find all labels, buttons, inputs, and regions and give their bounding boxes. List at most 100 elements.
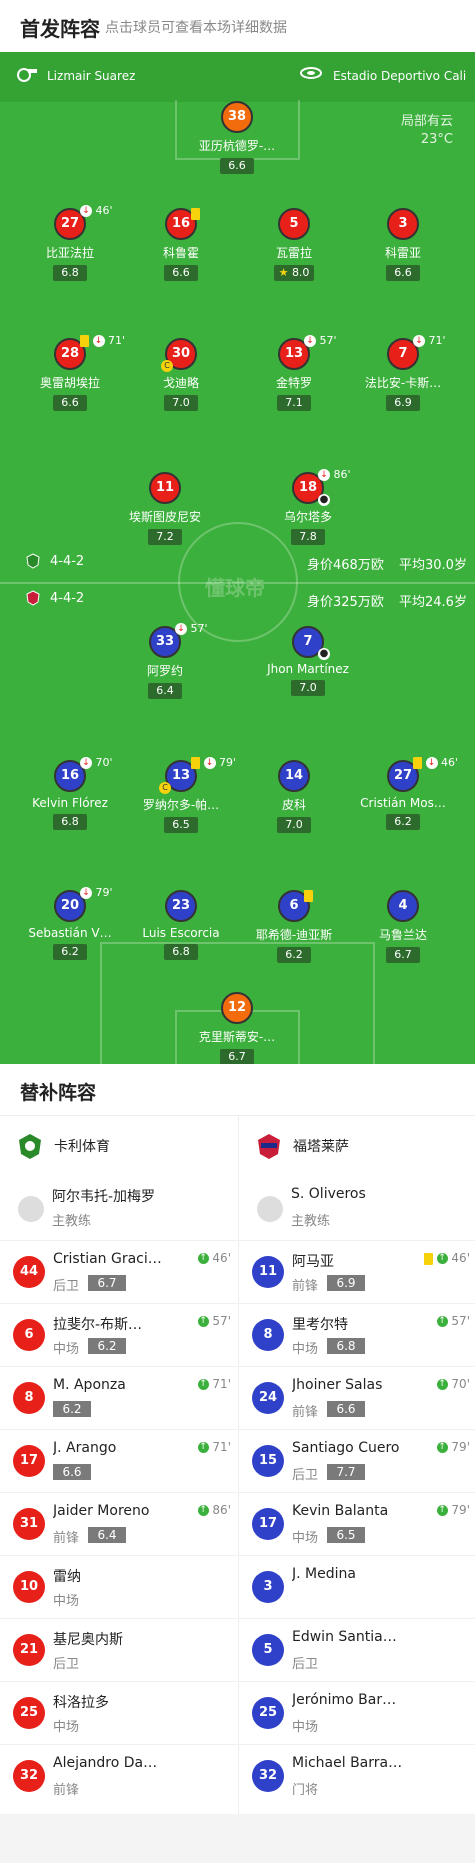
sub-player-row[interactable]: 21 基尼奥内斯 后卫 bbox=[0, 1618, 237, 1681]
player-away-14[interactable]: 14 皮科 7.0 bbox=[234, 760, 354, 833]
sub-player-row[interactable]: 15 Santiago Cuero 后卫 7.7 ↑ 79' bbox=[239, 1429, 475, 1492]
player-number: 11 bbox=[149, 472, 181, 504]
sub-player-row[interactable]: 8 里考尔特 中场 6.8 ↑ 57' bbox=[239, 1303, 475, 1366]
player-rating: 7.8 bbox=[291, 529, 325, 545]
player-number: 5 bbox=[252, 1634, 284, 1666]
sub-off-icon: ↓ bbox=[80, 205, 92, 217]
player-away-13[interactable]: 13 罗纳尔多-帕… 6.5 bbox=[121, 760, 241, 833]
player-position: 后卫 bbox=[292, 1657, 319, 1672]
player-away-4[interactable]: 4 马鲁兰达 6.7 bbox=[343, 890, 463, 963]
player-away-23[interactable]: 23 Luis Escorcia 6.8 bbox=[121, 890, 241, 960]
sub-minute: 70' bbox=[95, 756, 113, 769]
yellow-card-icon bbox=[191, 208, 200, 220]
player-rating: 6.5 bbox=[164, 817, 198, 833]
player-name: 罗纳尔多-帕… bbox=[142, 798, 220, 812]
player-home-30[interactable]: 30 戈迪略 7.0 bbox=[121, 338, 241, 411]
sub-minute: 70' bbox=[451, 1377, 470, 1391]
player-away-20[interactable]: 20 Sebastián V… 6.2 bbox=[10, 890, 130, 960]
player-number: 25 bbox=[252, 1697, 284, 1729]
player-rating: 7.7 bbox=[327, 1464, 365, 1480]
sub-on-event: ↑ 79' bbox=[436, 1440, 470, 1454]
sub-on-icon: ↑ bbox=[436, 1379, 448, 1390]
goal-ball-icon: ● bbox=[318, 648, 330, 660]
page-hint: 点击球员可查看本场详细数据 bbox=[105, 20, 287, 36]
player-rating: 7.0 bbox=[277, 817, 311, 833]
player-name: M. Aponza bbox=[53, 1377, 126, 1393]
home-coach[interactable]: 阿尔韦托-加梅罗 主教练 bbox=[0, 1176, 237, 1240]
player-name: 乌尔塔多 bbox=[283, 510, 332, 524]
stadium-icon bbox=[300, 67, 322, 79]
sub-player-row[interactable]: 32 Alejandro Da… 前锋 bbox=[0, 1744, 237, 1807]
sub-player-row[interactable]: 5 Edwin Santia… 后卫 bbox=[239, 1618, 475, 1681]
sub-event: ↓ 71' bbox=[80, 334, 125, 347]
sub-player-row[interactable]: 25 Jerónimo Bar… 中场 bbox=[239, 1681, 475, 1744]
sub-player-row[interactable]: 17 Kevin Balanta 中场 6.5 ↑ 79' bbox=[239, 1492, 475, 1555]
yellow-card-icon bbox=[191, 757, 200, 769]
player-number: 4 bbox=[387, 890, 419, 922]
sub-event: ↓ 71' bbox=[413, 334, 446, 347]
sub-player-row[interactable]: 6 拉斐尔-布斯… 中场 6.2 ↑ 57' bbox=[0, 1303, 237, 1366]
away-team-row[interactable]: 福塔莱萨 bbox=[239, 1116, 475, 1176]
player-away-33[interactable]: 33 阿罗约 6.4 bbox=[105, 626, 225, 699]
player-number: 10 bbox=[13, 1571, 45, 1603]
player-name: Cristián Mos… bbox=[360, 796, 446, 810]
player-name: Santiago Cuero bbox=[292, 1440, 400, 1456]
sub-player-row[interactable]: 32 Michael Barra… 门将 bbox=[239, 1744, 475, 1807]
player-rating: 6.7 bbox=[220, 1049, 254, 1064]
player-position: 前锋 bbox=[292, 1279, 319, 1294]
home-team-name: 卡利体育 bbox=[54, 1139, 110, 1155]
sub-player-row[interactable]: 24 Jhoiner Salas 前锋 6.6 ↑ 70' bbox=[239, 1366, 475, 1429]
player-home-3[interactable]: 3 科雷亚 6.6 bbox=[343, 208, 463, 281]
sub-on-icon: ↑ bbox=[197, 1316, 209, 1327]
sub-event: ↓ 79' bbox=[80, 886, 113, 899]
player-name: 拉斐尔-布斯… bbox=[53, 1317, 143, 1333]
player-name: 科雷亚 bbox=[384, 246, 421, 260]
sub-off-icon: ↓ bbox=[92, 335, 105, 347]
player-home-13[interactable]: 13 金特罗 7.1 bbox=[234, 338, 354, 411]
sub-player-row[interactable]: 11 阿马亚 前锋 6.9 ↑ 46' bbox=[239, 1240, 475, 1303]
sub-player-row[interactable]: 8 M. Aponza 6.2 ↑ 71' bbox=[0, 1366, 237, 1429]
sub-minute: 79' bbox=[451, 1440, 470, 1454]
away-coach[interactable]: S. Oliveros 主教练 bbox=[239, 1176, 475, 1240]
player-away-6[interactable]: 6 耶希德-迪亚斯 6.2 bbox=[234, 890, 354, 963]
player-home-38[interactable]: 38 亚历杭德罗-… 6.6 bbox=[177, 101, 297, 174]
player-name: 奥雷胡埃拉 bbox=[39, 376, 100, 390]
star-icon: ★ bbox=[278, 266, 289, 279]
player-away-16[interactable]: 16 Kelvin Flórez 6.8 bbox=[10, 760, 130, 830]
player-home-5[interactable]: 5 瓦雷拉 ★ 8.0 bbox=[234, 208, 354, 281]
player-position: 后卫 bbox=[292, 1468, 319, 1483]
player-home-7[interactable]: 7 法比安-卡斯… 6.9 bbox=[343, 338, 463, 411]
player-number: 3 bbox=[252, 1571, 284, 1603]
sub-player-row[interactable]: 31 Jaider Moreno 前锋 6.4 ↑ 86' bbox=[0, 1492, 237, 1555]
away-subs-column: 福塔莱萨 S. Oliveros 主教练 11 阿马亚 前锋 6.9 ↑ 46' 8 里考… bbox=[238, 1116, 475, 1814]
home-team-row[interactable]: 卡利体育 bbox=[0, 1116, 237, 1176]
sub-player-row[interactable]: 25 科洛拉多 中场 bbox=[0, 1681, 237, 1744]
player-away-7[interactable]: 7 Jhon Martínez 7.0 bbox=[248, 626, 368, 696]
player-away-12[interactable]: 12 克里斯蒂安-… 6.7 bbox=[177, 992, 297, 1064]
player-rating: 7.2 bbox=[148, 529, 182, 545]
home-subs-column: 卡利体育 阿尔韦托-加梅罗 主教练 44 Cristian Graci… 后卫 6.7… bbox=[0, 1116, 237, 1814]
player-number: 3 bbox=[387, 208, 419, 240]
sub-minute: 46' bbox=[212, 1251, 231, 1265]
sub-minute: 71' bbox=[212, 1440, 231, 1454]
sub-event: ↓ 57' bbox=[175, 622, 208, 635]
player-home-27[interactable]: 27 比亚法拉 6.8 bbox=[10, 208, 130, 281]
sub-player-row[interactable]: 17 J. Arango 6.6 ↑ 71' bbox=[0, 1429, 237, 1492]
player-home-11[interactable]: 11 埃斯图皮尼安 7.2 bbox=[105, 472, 225, 545]
player-away-27[interactable]: 27 Cristián Mos… 6.2 bbox=[343, 760, 463, 830]
player-home-16[interactable]: 16 科鲁霍 6.6 bbox=[121, 208, 241, 281]
player-rating: 6.6 bbox=[327, 1401, 365, 1417]
player-home-28[interactable]: 28 奥雷胡埃拉 6.6 bbox=[10, 338, 130, 411]
pitch: Lizmair Suarez Estadio Deportivo Cali 局部… bbox=[0, 52, 475, 1064]
player-home-18[interactable]: 18 乌尔塔多 7.8 bbox=[248, 472, 368, 545]
yellow-card-icon bbox=[413, 757, 422, 769]
player-position: 中场 bbox=[53, 1342, 80, 1357]
sub-event: ↓ 57' bbox=[304, 334, 337, 347]
sub-on-event: ↑ 70' bbox=[436, 1377, 470, 1391]
sub-on-event: ↑ 46' bbox=[423, 1251, 470, 1265]
sub-player-row[interactable]: 44 Cristian Graci… 后卫 6.7 ↑ 46' bbox=[0, 1240, 237, 1303]
player-number: 8 bbox=[252, 1319, 284, 1351]
sub-player-row[interactable]: 3 J. Medina bbox=[239, 1555, 475, 1618]
sub-player-row[interactable]: 10 雷纳 中场 bbox=[0, 1555, 237, 1618]
goal-ball-icon: ● bbox=[318, 494, 330, 506]
